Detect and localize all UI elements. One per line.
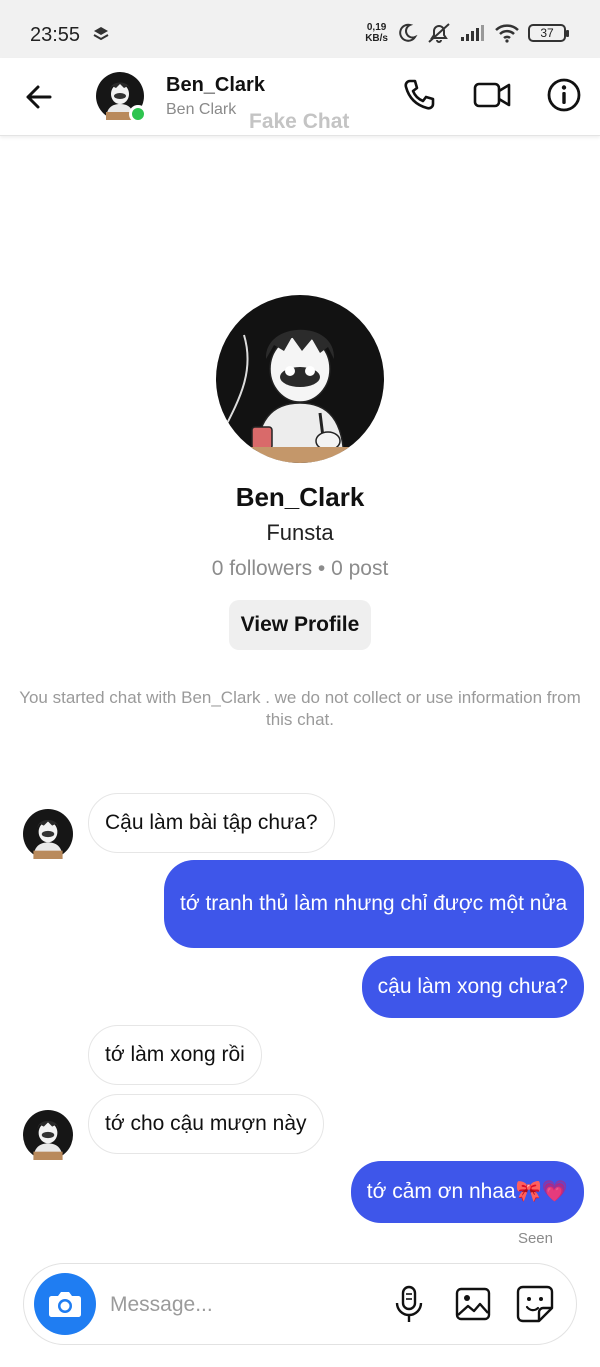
status-time: 23:55 <box>30 24 81 46</box>
muted-bell-icon <box>428 23 450 43</box>
profile-tagline: Funsta <box>266 520 334 545</box>
status-bar: 23:55 0,19 KB/s 37 <box>0 0 600 58</box>
message-bubble-incoming[interactable]: tớ làm xong rồi <box>88 1025 262 1085</box>
header-username[interactable]: Ben_Clark <box>166 74 265 97</box>
message-composer <box>23 1263 577 1345</box>
header-avatar[interactable] <box>96 72 147 123</box>
camera-icon <box>49 1292 81 1317</box>
message-bubble-incoming[interactable]: Cậu làm bài tập chưa? <box>88 793 335 853</box>
video-camera-icon[interactable] <box>472 77 512 113</box>
profile-avatar-image <box>216 295 384 463</box>
network-speed-unit: KB/s <box>365 33 388 44</box>
sender-avatar[interactable] <box>23 1110 73 1160</box>
avatar-image <box>23 1110 73 1160</box>
header-display-name: Ben Clark <box>166 101 237 118</box>
status-icons: 0,19 KB/s 37 <box>365 22 569 44</box>
message-input[interactable] <box>110 1286 370 1324</box>
view-profile-button[interactable]: View Profile <box>229 600 371 650</box>
network-speed: 0,19 KB/s <box>365 22 388 44</box>
message-bubble-outgoing[interactable]: tớ tranh thủ làm nhưng chỉ được một nửa <box>164 860 584 948</box>
message-bubble-incoming[interactable]: tớ cho cậu mượn này <box>88 1094 324 1154</box>
signal-icon <box>461 25 484 41</box>
sender-avatar[interactable] <box>23 809 73 859</box>
seen-indicator: Seen <box>517 1230 553 1247</box>
wifi-icon <box>495 24 519 43</box>
profile-avatar[interactable] <box>216 295 384 463</box>
phone-icon[interactable] <box>401 77 437 113</box>
layers-icon <box>93 27 109 41</box>
microphone-icon[interactable] <box>390 1284 428 1324</box>
online-status-dot <box>129 105 147 123</box>
message-bubble-outgoing[interactable]: tớ cảm ơn nhaa🎀💗 <box>350 1161 584 1223</box>
profile-username: Ben_Clark <box>235 482 365 512</box>
profile-stats: 0 followers • 0 post <box>211 557 389 580</box>
info-icon[interactable] <box>546 77 582 113</box>
watermark-text: Fake Chat <box>249 110 350 133</box>
sticker-icon[interactable] <box>515 1284 555 1324</box>
moon-icon <box>399 23 418 42</box>
battery-indicator: 37 <box>528 24 569 42</box>
back-arrow-icon[interactable] <box>20 78 58 116</box>
chat-privacy-notice: You started chat with Ben_Clark . we do … <box>19 688 581 729</box>
camera-button[interactable] <box>34 1273 96 1335</box>
image-icon[interactable] <box>454 1284 492 1324</box>
chat-header: Ben_Clark Ben Clark Fake Chat <box>0 58 600 136</box>
avatar-image <box>23 809 73 859</box>
network-speed-value: 0,19 <box>366 22 387 33</box>
message-bubble-outgoing[interactable]: cậu làm xong chưa? <box>361 956 584 1018</box>
